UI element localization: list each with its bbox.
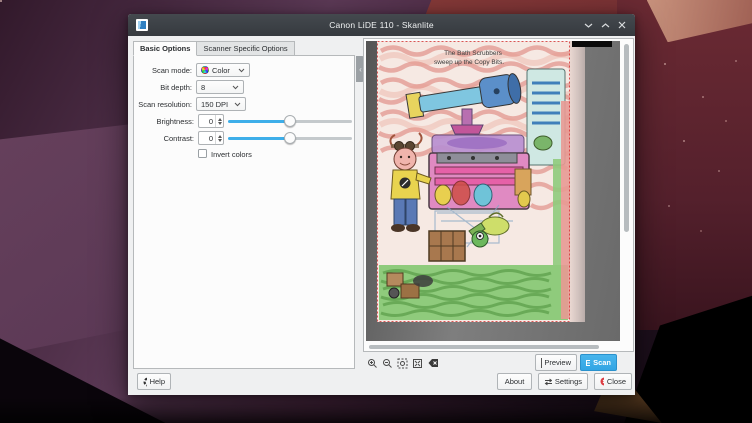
close-button[interactable]: Close <box>594 373 632 390</box>
titlebar[interactable]: Canon LiDE 110 - Skanlite <box>128 14 635 36</box>
bit-depth-value: 8 <box>201 83 229 92</box>
about-button-label: About <box>505 377 525 386</box>
wallpaper-stars <box>0 0 2 2</box>
preview-horizontal-scrollbar[interactable] <box>366 343 620 350</box>
invert-colors-label: Invert colors <box>211 150 252 159</box>
zoom-out-icon[interactable] <box>381 357 393 369</box>
contrast-spinbox[interactable]: 0 <box>198 131 224 145</box>
zoom-fit-icon[interactable] <box>411 357 423 369</box>
chevron-down-icon <box>234 102 241 107</box>
window-title: Canon LiDE 110 - Skanlite <box>128 20 635 30</box>
bit-depth-combobox[interactable]: 8 <box>196 80 244 94</box>
brightness-slider-handle[interactable] <box>284 115 296 127</box>
spin-arrows-icon[interactable] <box>215 132 223 144</box>
vertical-scrollbar-handle[interactable] <box>624 44 629 232</box>
scan-mode-value: Color <box>212 66 235 75</box>
settings-button[interactable]: Settings <box>538 373 588 390</box>
basic-options-pane: Scan mode: Color Bit depth: 8 Scan resol… <box>133 55 355 369</box>
invert-colors-checkbox[interactable] <box>198 149 207 158</box>
chevron-down-icon <box>232 85 239 90</box>
bit-depth-label: Bit depth: <box>134 83 192 92</box>
settings-button-label: Settings <box>555 377 582 386</box>
contrast-slider[interactable] <box>228 131 352 145</box>
scan-resolution-combobox[interactable]: 150 DPI <box>196 97 246 111</box>
wallpaper-bottom-shade <box>0 397 752 423</box>
tab-scanner-specific-label: Scanner Specific Options <box>203 44 287 53</box>
about-button[interactable]: About <box>497 373 532 390</box>
configure-arrows-icon <box>544 378 552 386</box>
spin-arrows-icon[interactable] <box>215 115 223 127</box>
brightness-slider[interactable] <box>228 114 352 128</box>
scan-dark-edge <box>572 41 612 47</box>
scan-caption-line1: The Bath Scrubbers <box>444 50 503 57</box>
preview-button[interactable]: Preview <box>535 354 577 371</box>
maximize-icon[interactable] <box>598 18 612 32</box>
preview-vertical-scrollbar[interactable] <box>621 41 631 341</box>
help-button-label: Help <box>150 377 165 386</box>
clear-selections-icon[interactable] <box>427 357 439 369</box>
brightness-spinbox[interactable]: 0 <box>198 114 224 128</box>
tab-basic-options-label: Basic Options <box>140 44 190 53</box>
zoom-in-icon[interactable] <box>366 357 378 369</box>
color-wheel-icon <box>201 66 209 74</box>
options-tabbar: Basic Options Scanner Specific Options <box>133 41 295 56</box>
wallpaper-maroon-shape <box>617 0 752 330</box>
scanned-image: The Bath Scrubbers sweep up the Copy Bit… <box>377 41 570 322</box>
preview-button-label: Preview <box>544 358 571 367</box>
contrast-label: Contrast: <box>136 134 194 143</box>
help-button[interactable]: Help <box>137 373 171 390</box>
scan-button[interactable]: Scan <box>580 354 617 371</box>
scan-button-label: Scan <box>593 358 611 367</box>
horizontal-scrollbar-handle[interactable] <box>369 345 599 349</box>
scan-mode-combobox[interactable]: Color <box>196 63 250 77</box>
scan-mode-label: Scan mode: <box>134 66 192 75</box>
scan-resolution-label: Scan resolution: <box>134 100 192 109</box>
minimize-icon[interactable] <box>581 18 595 32</box>
scan-resolution-value: 150 DPI <box>201 100 231 109</box>
chevron-down-icon <box>238 68 245 73</box>
close-button-label: Close <box>607 377 626 386</box>
contrast-slider-handle[interactable] <box>284 132 296 144</box>
scan-caption-line2: sweep up the Copy Bits. <box>434 59 504 66</box>
contrast-value: 0 <box>199 134 215 143</box>
scanned-page-edge <box>570 41 585 322</box>
desktop: Canon LiDE 110 - Skanlite Basic Options … <box>0 0 752 423</box>
tab-basic-options[interactable]: Basic Options <box>133 41 197 56</box>
scanner-icon <box>586 359 590 367</box>
close-icon[interactable] <box>615 18 629 32</box>
brightness-value: 0 <box>199 117 215 126</box>
zoom-selection-icon[interactable] <box>396 357 408 369</box>
brightness-label: Brightness: <box>136 117 194 126</box>
tab-scanner-specific-options[interactable]: Scanner Specific Options <box>197 41 294 56</box>
dialog-close-icon <box>600 377 604 386</box>
help-lifering-icon <box>143 377 147 387</box>
